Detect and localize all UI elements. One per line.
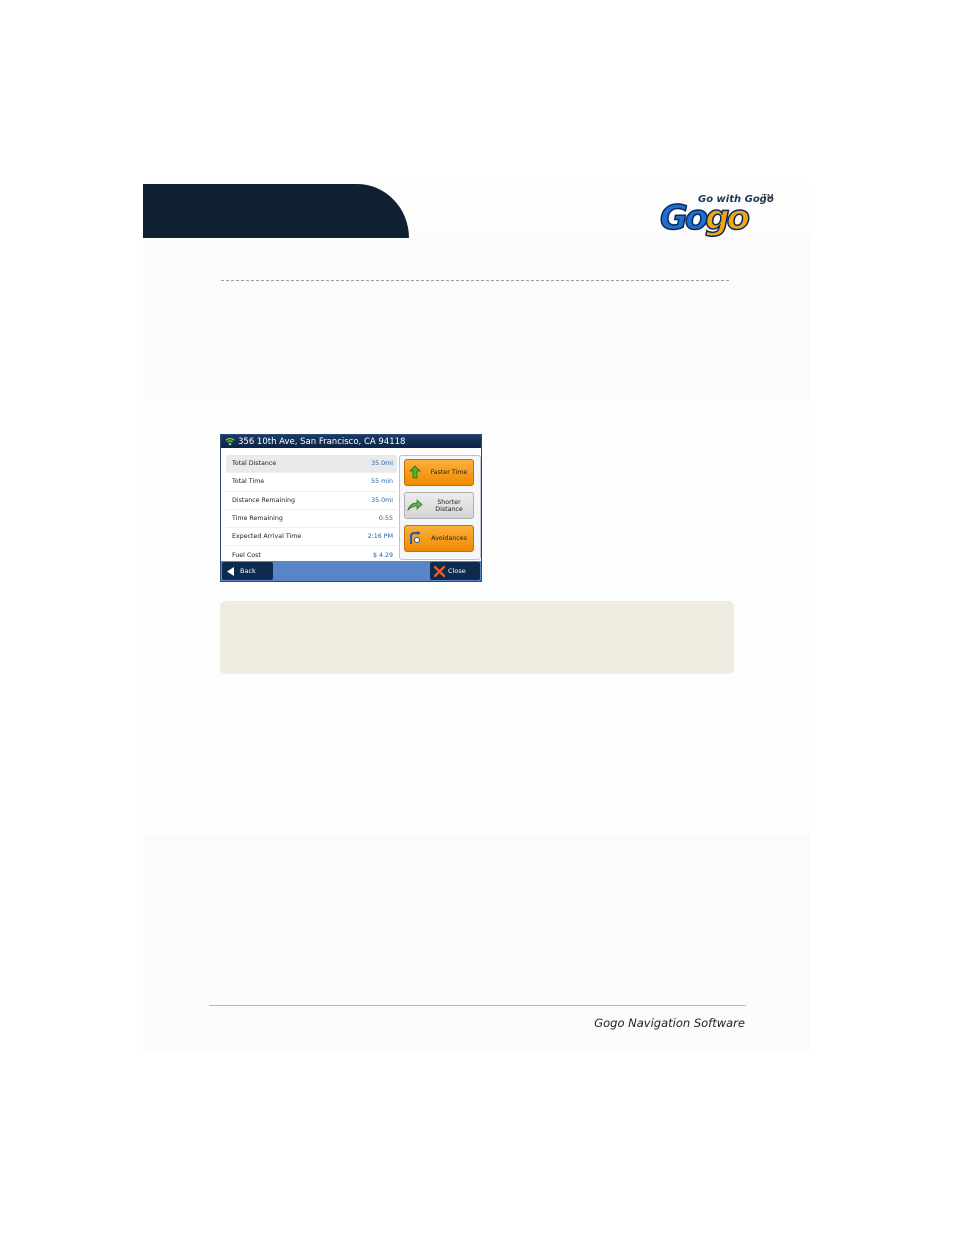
header-tab xyxy=(143,184,409,238)
info-row-total-time: Total Time 55 min xyxy=(226,473,397,492)
footer-text: Gogo Navigation Software xyxy=(594,1016,745,1030)
back-arrow-icon xyxy=(222,566,240,576)
close-icon xyxy=(430,565,448,577)
info-row-distance-remaining: Distance Remaining 35.0mi xyxy=(226,492,397,510)
gps-signal-icon xyxy=(225,438,235,446)
gogo-logo: Go with Gogo TM Gogo xyxy=(658,188,780,239)
logo-wordmark: Gogo xyxy=(659,197,750,239)
info-row-time-remaining: Time Remaining 0:55 xyxy=(226,510,397,529)
avoidances-button[interactable]: Avoidances xyxy=(404,525,474,552)
device-footer-bar: Back Close xyxy=(221,561,481,581)
info-row-arrival-time: Expected Arrival Time 2:16 PM xyxy=(226,528,397,547)
turn-arrow-icon xyxy=(405,498,425,513)
note-box xyxy=(220,601,734,674)
detour-icon xyxy=(405,530,425,547)
address-bar: 356 10th Ave, San Francisco, CA 94118 xyxy=(221,435,481,448)
top-band xyxy=(143,238,810,400)
route-info-list: Total Distance 35.0mi Total Time 55 min Di… xyxy=(226,455,397,565)
address-text: 356 10th Ave, San Francisco, CA 94118 xyxy=(238,436,406,447)
logo-tm: TM xyxy=(762,193,774,202)
footer-rule xyxy=(209,1005,746,1006)
up-arrow-icon xyxy=(405,464,425,481)
close-button[interactable]: Close xyxy=(430,562,480,580)
back-button[interactable]: Back xyxy=(222,562,273,580)
shorter-distance-button[interactable]: Shorter Distance xyxy=(404,492,474,519)
route-options-panel: Faster Time Shorter Distance Avoidances xyxy=(399,455,481,560)
dashed-divider xyxy=(221,280,729,281)
faster-time-button[interactable]: Faster Time xyxy=(404,459,474,486)
info-row-total-distance: Total Distance 35.0mi xyxy=(226,455,397,474)
route-info-screenshot: 356 10th Ave, San Francisco, CA 94118 To… xyxy=(220,434,482,582)
